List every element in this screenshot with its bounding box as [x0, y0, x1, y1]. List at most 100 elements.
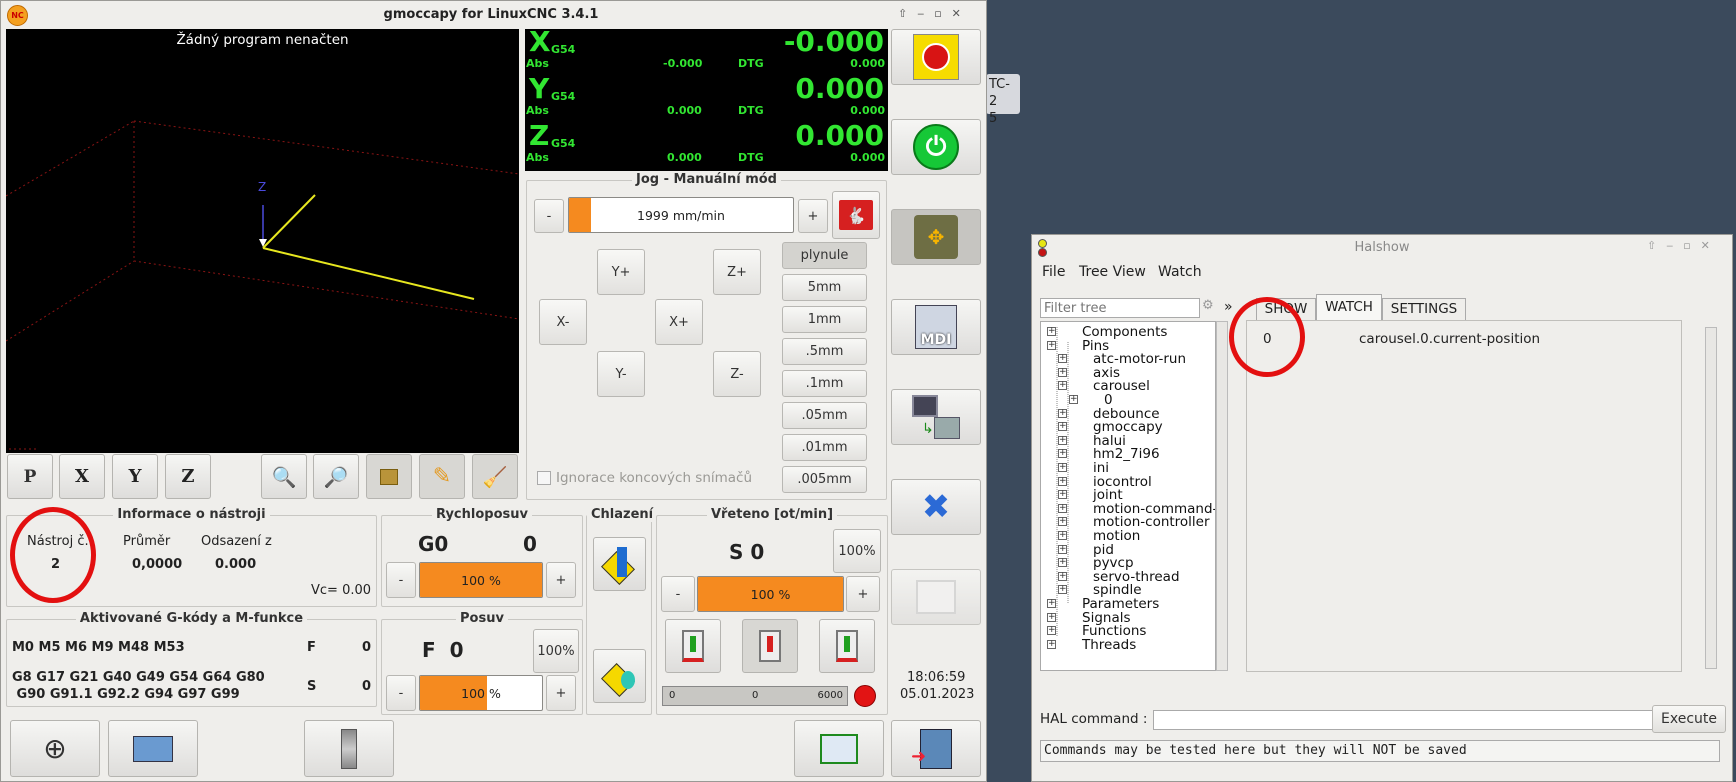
tree-expander-icon[interactable]: +	[1058, 544, 1067, 554]
rapid-override-bar[interactable]: 100 %	[419, 562, 543, 598]
tab-watch[interactable]: WATCH	[1316, 294, 1382, 320]
increment-1mm[interactable]: 1mm	[782, 306, 867, 333]
increment-continuous[interactable]: plynule	[782, 242, 867, 269]
spindle-reset-button[interactable]: 100%	[833, 529, 881, 573]
tree-item[interactable]: carousel	[1093, 378, 1150, 394]
menu-tree-view[interactable]: Tree View	[1079, 264, 1146, 280]
show-dimensions-button[interactable]	[366, 454, 412, 499]
tree-expander-icon[interactable]: +	[1047, 612, 1056, 622]
edit-button[interactable]: ✎	[419, 454, 465, 499]
hal-command-input[interactable]	[1153, 710, 1673, 730]
jog-y-minus[interactable]: Y-	[597, 351, 645, 397]
feed-override-bar[interactable]: 100 %	[419, 675, 543, 711]
machine-on-button[interactable]: ⏻	[891, 119, 981, 175]
user-tabs-button[interactable]	[891, 569, 981, 625]
zoom-in-button[interactable]: 🔍	[261, 454, 307, 499]
increment-0-1mm[interactable]: .1mm	[782, 370, 867, 397]
zoom-out-button[interactable]: 🔎	[313, 454, 359, 499]
emergency-stop-icon	[913, 34, 959, 80]
spindle-override-bar[interactable]: 100 %	[697, 576, 844, 612]
spindle-stop-button[interactable]	[742, 619, 798, 673]
window-controls[interactable]: ⇧‒▫✕	[898, 7, 971, 20]
tree-expander-icon[interactable]: +	[1058, 367, 1067, 377]
tree-scrollbar[interactable]	[1216, 321, 1228, 671]
tree-expander-icon[interactable]: +	[1058, 422, 1067, 432]
execute-button[interactable]: Execute	[1652, 705, 1726, 733]
jog-speed-bar[interactable]: 1999 mm/min	[568, 197, 794, 233]
tree-expander-icon[interactable]: +	[1058, 503, 1067, 513]
flood-button[interactable]	[593, 537, 646, 591]
view-z-button[interactable]: Z	[165, 454, 211, 499]
settings-button[interactable]: ✖	[891, 479, 981, 535]
increment-0-005mm[interactable]: .005mm	[782, 466, 867, 493]
watch-scrollbar[interactable]	[1705, 327, 1717, 669]
collapse-arrow[interactable]: »	[1224, 299, 1233, 315]
menu-watch[interactable]: Watch	[1158, 264, 1202, 280]
feed-minus[interactable]: -	[386, 675, 416, 711]
jog-x-minus[interactable]: X-	[539, 299, 587, 345]
tree-expander-icon[interactable]: +	[1058, 354, 1067, 364]
tree-expander-icon[interactable]: +	[1058, 490, 1067, 500]
tree-expander-icon[interactable]: +	[1058, 476, 1067, 486]
view-x-button[interactable]: X	[59, 454, 105, 499]
spindle-plus[interactable]: +	[846, 576, 880, 612]
tree-expander-icon[interactable]: +	[1047, 599, 1056, 608]
tree-expander-icon[interactable]: +	[1047, 327, 1056, 336]
tree-expander-icon[interactable]: +	[1058, 435, 1067, 445]
mdi-button[interactable]: MDI	[891, 299, 981, 355]
rapid-plus[interactable]: +	[546, 562, 576, 598]
feed-reset-button[interactable]: 100%	[533, 629, 579, 673]
jog-speed-plus[interactable]: +	[798, 199, 828, 233]
auto-mode-button[interactable]: ↳	[891, 389, 981, 445]
tree-expander-icon[interactable]: +	[1058, 531, 1067, 540]
tree-expander-icon[interactable]: +	[1058, 517, 1067, 527]
tree-expander-icon[interactable]: +	[1069, 395, 1078, 404]
tree-expander-icon[interactable]: +	[1047, 639, 1056, 649]
view-y-button[interactable]: Y	[112, 454, 158, 499]
tool-button[interactable]	[304, 720, 394, 777]
turtle-rabbit-button[interactable]: 🐇	[832, 191, 880, 239]
spindle-forward-button[interactable]	[665, 619, 721, 673]
tree-expander-icon[interactable]: +	[1058, 558, 1067, 568]
menu-file[interactable]: File	[1042, 264, 1065, 280]
tree-expander-icon[interactable]: +	[1047, 626, 1056, 636]
rapid-minus[interactable]: -	[386, 562, 416, 598]
halshow-window-controls[interactable]: ⇧‒▫✕	[1647, 239, 1720, 252]
increment-0-5mm[interactable]: .5mm	[782, 338, 867, 365]
increment-5mm[interactable]: 5mm	[782, 274, 867, 301]
filter-settings-icon[interactable]: ⚙	[1202, 298, 1218, 316]
fullsize-preview-button[interactable]	[794, 720, 884, 777]
tool-holder-icon	[341, 728, 357, 769]
filter-tree-input[interactable]	[1040, 298, 1200, 318]
tree-expander-icon[interactable]: +	[1058, 381, 1067, 391]
exit-button[interactable]: ➜	[891, 720, 981, 777]
spindle-reverse-button[interactable]	[819, 619, 875, 673]
jog-speed-minus[interactable]: -	[534, 199, 564, 233]
tree-item[interactable]: Threads	[1082, 637, 1136, 653]
increment-0-05mm[interactable]: .05mm	[782, 402, 867, 429]
ref-all-button[interactable]: ⊕	[10, 720, 100, 777]
spindle-minus[interactable]: -	[661, 576, 695, 612]
tree-expander-icon[interactable]: +	[1058, 449, 1067, 459]
clear-plot-button[interactable]: 🧹	[472, 454, 518, 499]
tree-expander-icon[interactable]: +	[1058, 585, 1067, 595]
tree-expander-icon[interactable]: +	[1047, 340, 1056, 350]
jog-z-minus[interactable]: Z-	[713, 351, 761, 397]
touch-off-button[interactable]	[108, 720, 198, 777]
jog-z-plus[interactable]: Z+	[713, 249, 761, 295]
estop-button[interactable]	[891, 29, 981, 85]
tree-expander-icon[interactable]: +	[1058, 463, 1067, 472]
feed-plus[interactable]: +	[546, 675, 576, 711]
tree-expander-icon[interactable]: +	[1058, 408, 1067, 418]
hal-tree[interactable]: + Components + Pins + atc-motor-run + axis + caro…	[1040, 321, 1216, 671]
tree-expander-icon[interactable]: +	[1058, 571, 1067, 581]
jog-x-plus[interactable]: X+	[655, 299, 703, 345]
ignore-limits-checkbox[interactable]	[537, 471, 551, 485]
manual-mode-button[interactable]: ✥	[891, 209, 981, 265]
mist-button[interactable]	[593, 649, 646, 703]
preview-area[interactable]: Žádný program nenačten Z	[6, 29, 519, 453]
jog-y-plus[interactable]: Y+	[597, 249, 645, 295]
increment-0-01mm[interactable]: .01mm	[782, 434, 867, 461]
view-p-button[interactable]: P	[7, 454, 53, 499]
tab-settings[interactable]: SETTINGS	[1382, 298, 1466, 320]
